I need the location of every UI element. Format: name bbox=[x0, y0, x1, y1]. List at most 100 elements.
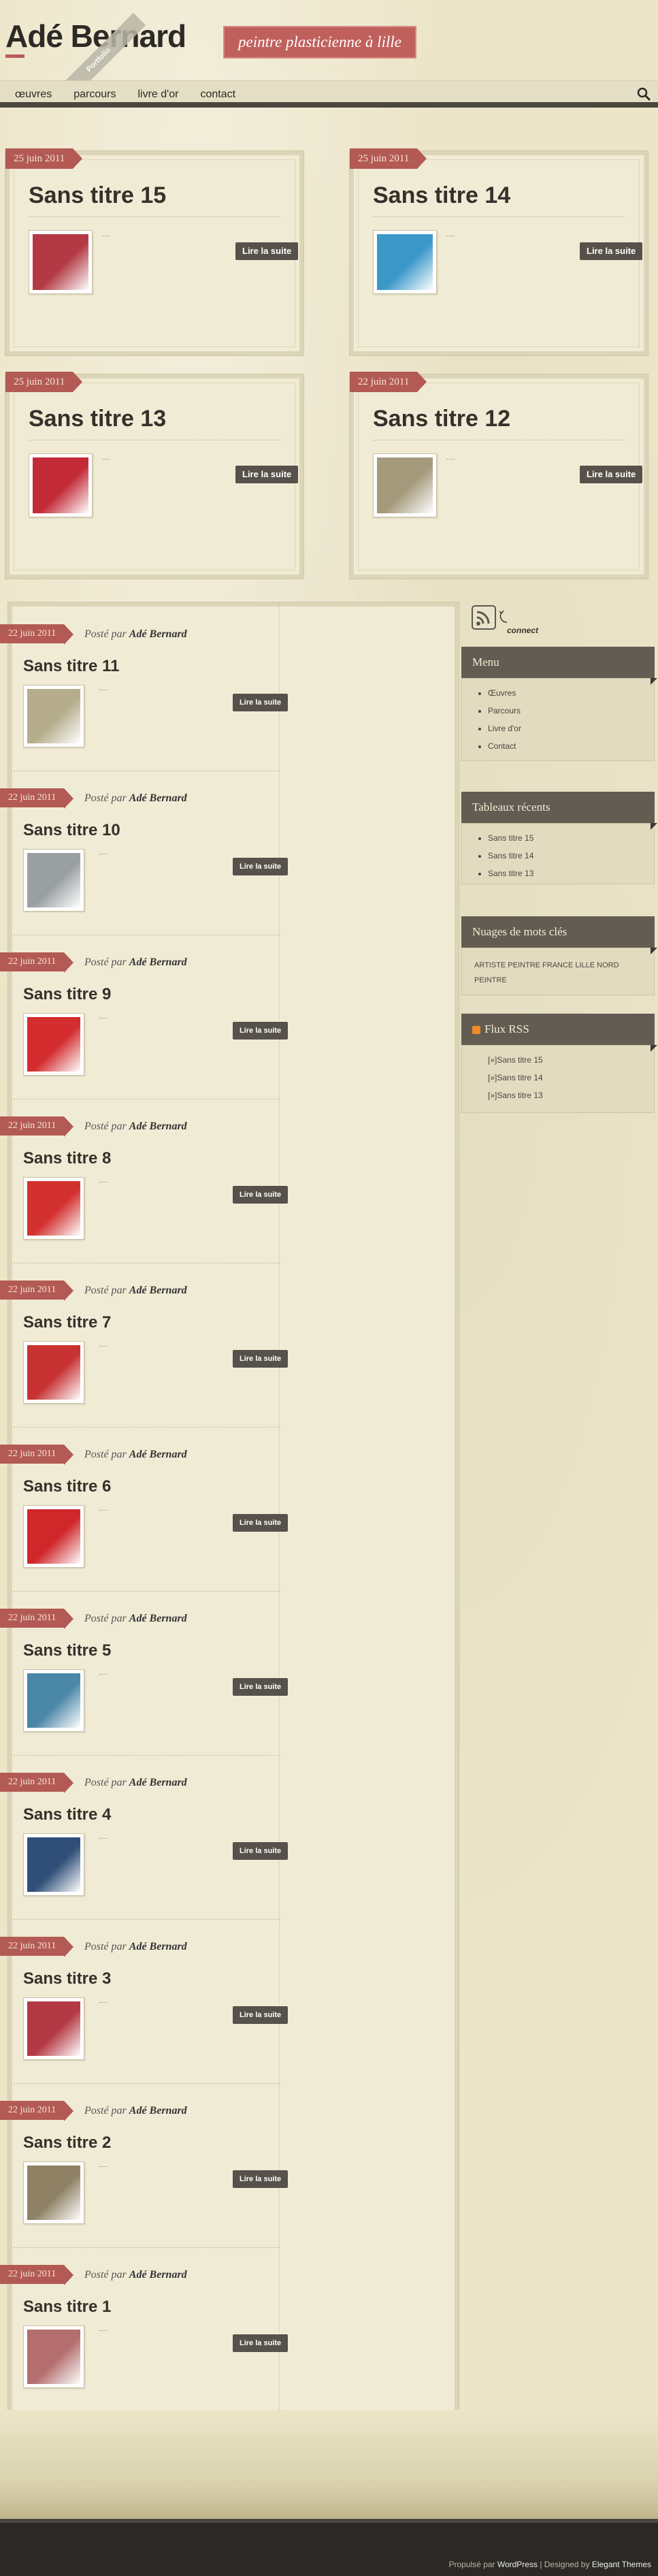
post-date: 22 juin 2011 bbox=[0, 624, 74, 645]
connect-label: connect bbox=[507, 626, 539, 635]
connect-widget[interactable]: connect bbox=[472, 603, 540, 636]
read-more-button[interactable]: Lire la suite bbox=[233, 2334, 289, 2352]
rss-item[interactable]: [»]Sans titre 14 bbox=[488, 1073, 642, 1082]
site-title[interactable]: Adé Bernard bbox=[5, 18, 186, 54]
tag-cloud[interactable]: ARTISTE PEINTRE FRANCE LILLE NORD PEINTR… bbox=[474, 958, 642, 988]
read-more-button[interactable]: Lire la suite bbox=[235, 242, 299, 260]
post-thumbnail[interactable] bbox=[23, 1013, 84, 1076]
read-more-button[interactable]: Lire la suite bbox=[233, 858, 289, 875]
read-more-button[interactable]: Lire la suite bbox=[233, 1678, 289, 1696]
painting-image bbox=[27, 2166, 80, 2220]
site-footer: Propulsé par WordPress | Designed by Ele… bbox=[0, 2519, 658, 2576]
sidebar-item-livre-dor[interactable]: Livre d'or bbox=[488, 724, 642, 733]
main-nav: œuvres parcours livre d'or contact bbox=[0, 80, 658, 108]
rss-item[interactable]: [»]Sans titre 15 bbox=[488, 1055, 642, 1065]
post-title[interactable]: Sans titre 2 bbox=[23, 2134, 111, 2153]
recent-item[interactable]: Sans titre 13 bbox=[488, 869, 642, 878]
post-author[interactable]: Adé Bernard bbox=[129, 1941, 187, 1952]
painting-image bbox=[27, 853, 80, 907]
post-thumbnail[interactable] bbox=[23, 1177, 84, 1240]
post-title[interactable]: Sans titre 4 bbox=[23, 1805, 111, 1824]
read-more-button[interactable]: Lire la suite bbox=[233, 2006, 289, 2024]
post-thumbnail[interactable] bbox=[373, 230, 437, 294]
sidebar-item-oeuvres[interactable]: Œuvres bbox=[488, 688, 642, 698]
site-tagline: peintre plasticienne à lille bbox=[223, 26, 416, 59]
ellipsis bbox=[99, 2166, 108, 2167]
post-date: 22 juin 2011 bbox=[0, 788, 74, 809]
ellipsis bbox=[102, 459, 110, 460]
post-author[interactable]: Adé Bernard bbox=[129, 1449, 187, 1460]
post-thumbnail[interactable] bbox=[23, 1833, 84, 1896]
site-header: Adé Bernard peintre plasticienne à lille… bbox=[0, 0, 658, 108]
post-author[interactable]: Adé Bernard bbox=[129, 1121, 187, 1132]
rss-item[interactable]: [»]Sans titre 13 bbox=[488, 1091, 642, 1100]
post-author[interactable]: Adé Bernard bbox=[129, 2105, 187, 2116]
rss-icon[interactable] bbox=[472, 1026, 480, 1035]
read-more-button[interactable]: Lire la suite bbox=[233, 1514, 289, 1532]
post-thumbnail[interactable] bbox=[23, 1669, 84, 1732]
post-thumbnail[interactable] bbox=[23, 2161, 84, 2224]
divider bbox=[29, 216, 280, 217]
recent-item[interactable]: Sans titre 14 bbox=[488, 851, 642, 860]
post-author[interactable]: Adé Bernard bbox=[129, 956, 187, 968]
post-title[interactable]: Sans titre 9 bbox=[23, 985, 111, 1004]
post-author[interactable]: Adé Bernard bbox=[129, 1613, 187, 1624]
post-title[interactable]: Sans titre 1 bbox=[23, 2298, 111, 2317]
post-thumbnail[interactable] bbox=[23, 2325, 84, 2388]
wordpress-link[interactable]: WordPress bbox=[497, 2560, 538, 2569]
read-more-button[interactable]: Lire la suite bbox=[580, 466, 643, 483]
post-author[interactable]: Adé Bernard bbox=[129, 628, 187, 640]
nav-item-oeuvres[interactable]: œuvres bbox=[15, 81, 52, 108]
read-more-button[interactable]: Lire la suite bbox=[233, 1842, 289, 1860]
post-author[interactable]: Adé Bernard bbox=[129, 1285, 187, 1296]
divider bbox=[373, 216, 625, 217]
search-icon[interactable] bbox=[636, 86, 651, 101]
post-thumbnail[interactable] bbox=[23, 685, 84, 747]
sidebar-item-parcours[interactable]: Parcours bbox=[488, 706, 642, 715]
post-thumbnail[interactable] bbox=[23, 1341, 84, 1404]
recent-item[interactable]: Sans titre 15 bbox=[488, 833, 642, 843]
painting-image bbox=[27, 1017, 80, 1072]
read-more-button[interactable]: Lire la suite bbox=[233, 694, 289, 711]
post-thumbnail[interactable] bbox=[23, 1505, 84, 1568]
read-more-button[interactable]: Lire la suite bbox=[233, 1186, 289, 1204]
sidebar-item-contact[interactable]: Contact bbox=[488, 741, 642, 751]
post-title[interactable]: Sans titre 7 bbox=[23, 1313, 111, 1332]
widget-title: Tableaux récents bbox=[461, 792, 657, 830]
post-thumbnail[interactable] bbox=[29, 453, 93, 517]
post-title[interactable]: Sans titre 10 bbox=[23, 821, 120, 840]
post-thumbnail[interactable] bbox=[373, 453, 437, 517]
post-date: 22 juin 2011 bbox=[0, 952, 74, 973]
read-more-button[interactable]: Lire la suite bbox=[233, 1022, 289, 1040]
nav-item-livre-dor[interactable]: livre d'or bbox=[137, 81, 178, 108]
post-thumbnail[interactable] bbox=[29, 230, 93, 294]
elegant-themes-link[interactable]: Elegant Themes bbox=[592, 2560, 651, 2569]
read-more-button[interactable]: Lire la suite bbox=[235, 466, 299, 483]
post-thumbnail[interactable] bbox=[23, 849, 84, 912]
post-title[interactable]: Sans titre 15 bbox=[29, 182, 166, 209]
post-title[interactable]: Sans titre 12 bbox=[373, 406, 510, 432]
tags-widget: Nuages de mots clés ARTISTE PEINTRE FRAN… bbox=[461, 916, 657, 995]
footer-border bbox=[0, 2519, 658, 2523]
painting-image bbox=[377, 457, 433, 513]
post-title[interactable]: Sans titre 3 bbox=[23, 1969, 111, 1989]
painting-image bbox=[377, 234, 433, 290]
post-title[interactable]: Sans titre 6 bbox=[23, 1477, 111, 1496]
post-title[interactable]: Sans titre 14 bbox=[373, 182, 510, 209]
posted-prefix: Posté par bbox=[84, 1285, 127, 1296]
read-more-button[interactable]: Lire la suite bbox=[233, 1350, 289, 1368]
post-title[interactable]: Sans titre 5 bbox=[23, 1641, 111, 1660]
read-more-button[interactable]: Lire la suite bbox=[580, 242, 643, 260]
post-title[interactable]: Sans titre 13 bbox=[29, 406, 166, 432]
post-title[interactable]: Sans titre 8 bbox=[23, 1149, 111, 1168]
post-thumbnail[interactable] bbox=[23, 1997, 84, 2060]
nav-item-contact[interactable]: contact bbox=[200, 81, 235, 108]
post-author[interactable]: Adé Bernard bbox=[129, 2269, 187, 2281]
rss-title[interactable]: Flux RSS bbox=[484, 1023, 529, 1035]
post-author[interactable]: Adé Bernard bbox=[129, 1777, 187, 1788]
post-title[interactable]: Sans titre 11 bbox=[23, 657, 119, 676]
read-more-button[interactable]: Lire la suite bbox=[233, 2170, 289, 2188]
post-author[interactable]: Adé Bernard bbox=[129, 792, 187, 804]
painting-image bbox=[27, 2001, 80, 2056]
nav-item-parcours[interactable]: parcours bbox=[73, 81, 116, 108]
